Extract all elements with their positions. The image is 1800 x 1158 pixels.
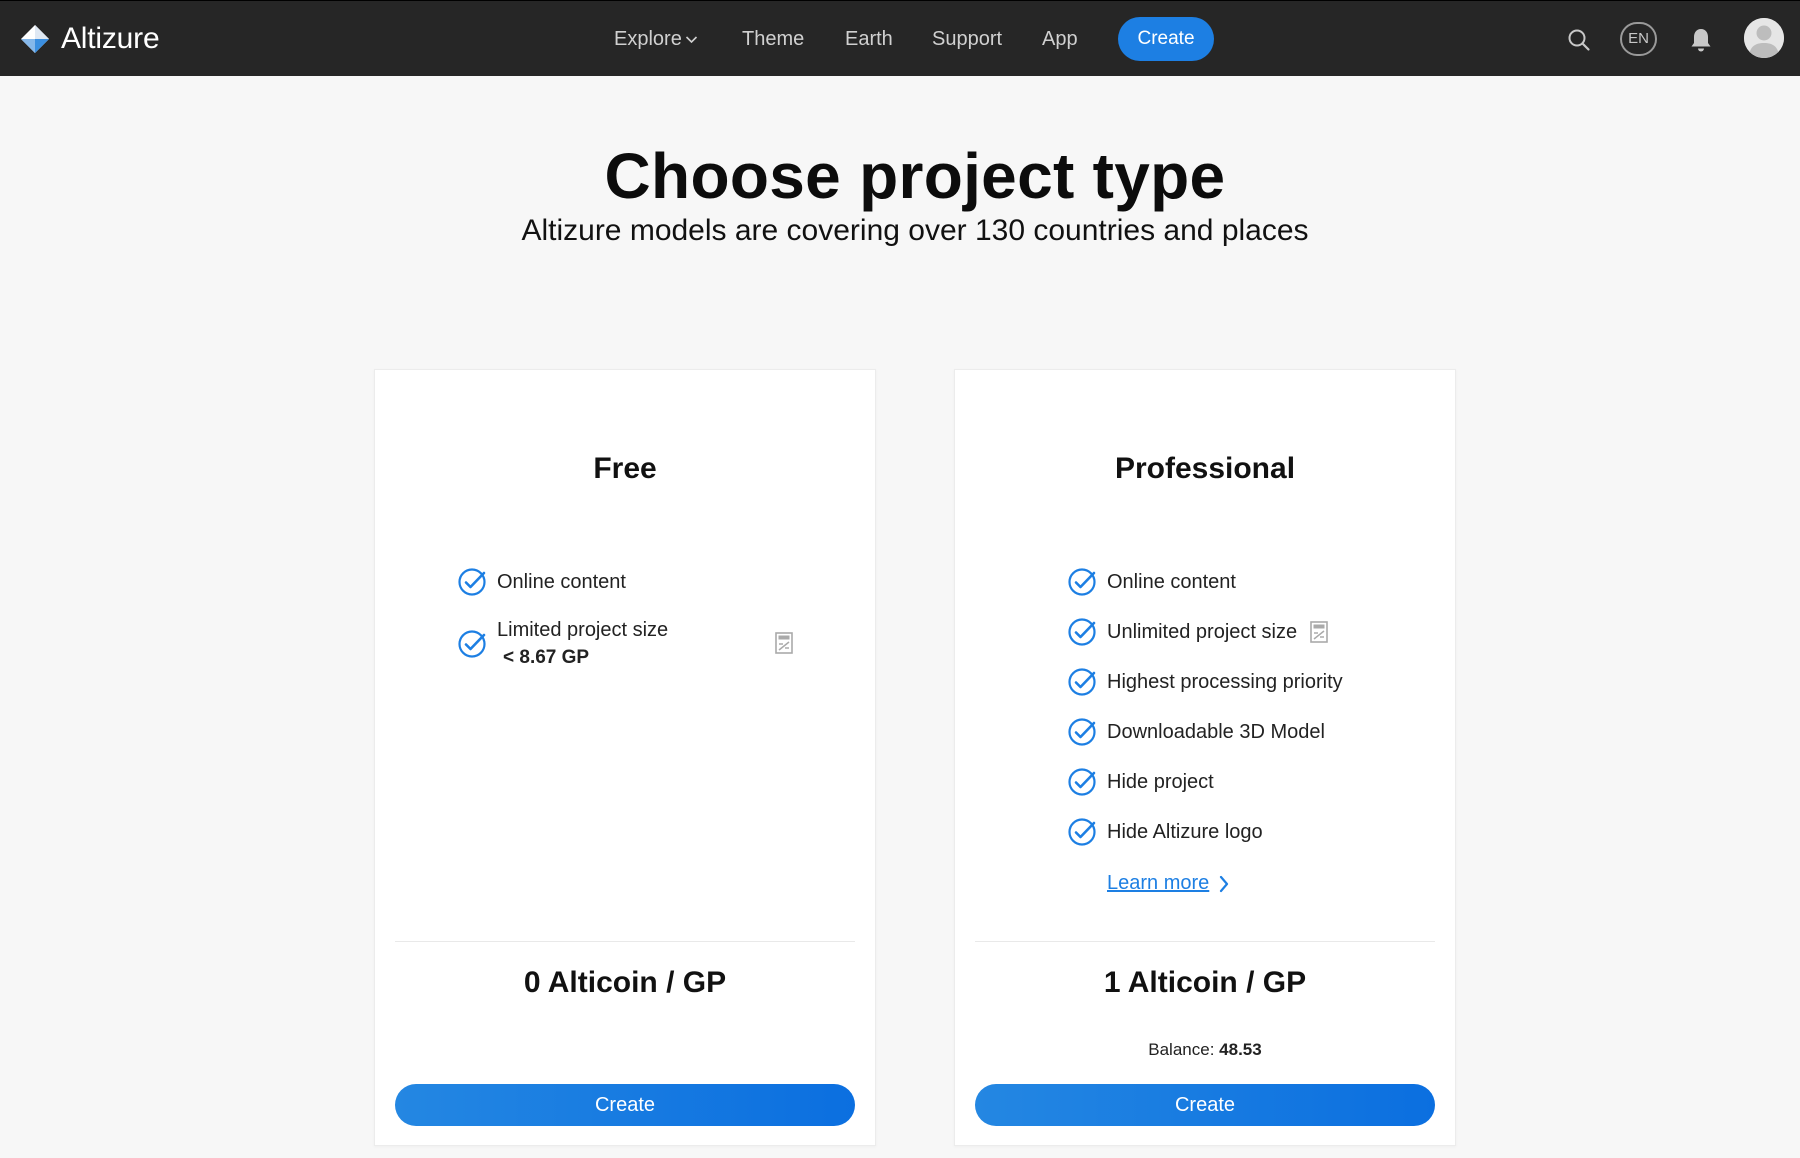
feature-label: Hide Altizure logo (1107, 820, 1263, 843)
balance-label: Balance: (1148, 1040, 1215, 1059)
create-professional-project-button[interactable]: Create (975, 1084, 1435, 1126)
feature-item: Downloadable 3D Model (1067, 717, 1325, 747)
card-divider (395, 941, 855, 942)
nav-app[interactable]: App (1042, 27, 1078, 51)
account-balance: Balance: 48.53 (955, 1040, 1455, 1060)
nav-support[interactable]: Support (932, 27, 1002, 51)
chevron-down-icon (685, 36, 697, 44)
feature-item: Online content (457, 567, 626, 597)
feature-label: Online content (497, 570, 626, 593)
check-circle-icon (1068, 768, 1096, 796)
nav-create-button[interactable]: Create (1118, 17, 1214, 61)
plan-card-free: Free Online content Limited project size… (374, 369, 876, 1146)
card-divider (975, 941, 1435, 942)
nav-earth[interactable]: Earth (845, 27, 893, 51)
feature-item: Hide project (1067, 767, 1214, 797)
nav-theme[interactable]: Theme (742, 27, 804, 51)
nav-explore-label: Explore (614, 28, 682, 50)
feature-label: Highest processing priority (1107, 670, 1343, 693)
check-circle-icon (1068, 718, 1096, 746)
feature-label: Unlimited project size (1107, 620, 1298, 643)
plan-title: Free (593, 452, 657, 485)
calculator-icon[interactable] (1310, 621, 1328, 643)
feature-label: Online content (1107, 570, 1236, 593)
plan-title: Professional (1114, 452, 1296, 485)
feature-label: Limited project size (497, 619, 669, 641)
feature-item: Online content (1067, 567, 1236, 597)
feature-item: Hide Altizure logo (1067, 817, 1263, 847)
check-circle-icon (1068, 618, 1096, 646)
language-selector[interactable]: EN (1620, 22, 1657, 56)
page-title: Choose project type (604, 140, 1226, 212)
feature-item: Limited project size < 8.67 GP (457, 616, 668, 672)
bell-icon[interactable] (1689, 27, 1713, 53)
balance-value: 48.53 (1219, 1040, 1262, 1059)
top-navigation-bar: Altizure Explore Theme Earth Support App… (0, 0, 1800, 76)
plan-price: 1 Alticoin / GP (1103, 966, 1307, 999)
check-circle-icon (458, 568, 486, 596)
nav-explore[interactable]: Explore (614, 27, 698, 51)
feature-label: Hide project (1107, 770, 1214, 793)
learn-more-label: Learn more (1107, 872, 1210, 894)
calculator-icon[interactable] (775, 632, 793, 654)
size-limit-value: < 8.67 GP (503, 647, 590, 668)
feature-item: Highest processing priority (1067, 667, 1343, 697)
user-avatar-icon (1744, 18, 1784, 58)
plan-price: 0 Alticoin / GP (523, 966, 727, 999)
plan-card-professional: Professional Online content Unlimited pr… (954, 369, 1456, 1146)
chevron-right-icon (1220, 875, 1229, 892)
check-circle-icon (458, 630, 486, 658)
learn-more-link[interactable]: Learn more (1107, 872, 1229, 895)
check-circle-icon (1068, 568, 1096, 596)
main-nav: Explore Theme Earth Support App Create (0, 1, 1800, 77)
search-icon[interactable] (1567, 28, 1591, 52)
feature-label: Downloadable 3D Model (1107, 720, 1325, 743)
page-subtitle: Altizure models are covering over 130 co… (521, 214, 1309, 247)
user-avatar[interactable] (1744, 18, 1784, 58)
check-circle-icon (1068, 818, 1096, 846)
feature-item: Unlimited project size (1067, 617, 1328, 647)
create-free-project-button[interactable]: Create (395, 1084, 855, 1126)
check-circle-icon (1068, 668, 1096, 696)
